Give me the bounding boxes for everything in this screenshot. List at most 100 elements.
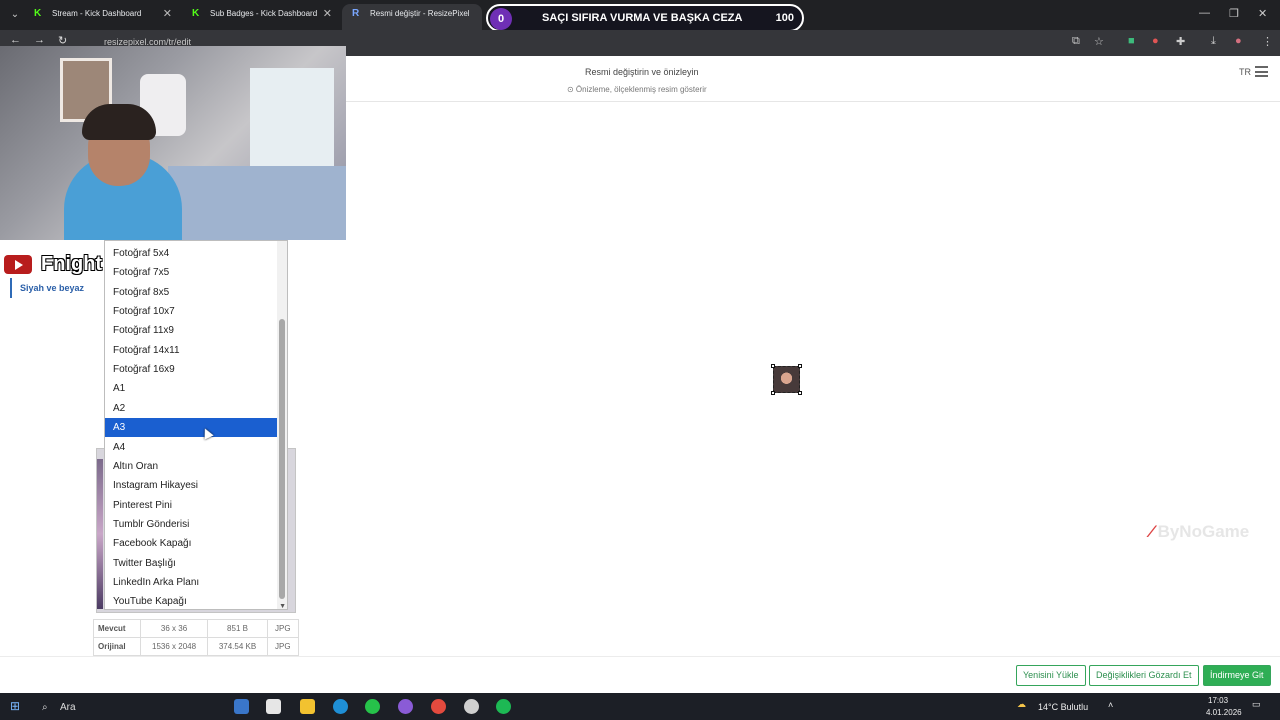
page-title: Resmi değiştirin ve önizleyin [585, 67, 699, 77]
kick-icon: K [192, 8, 200, 19]
dropdown-option[interactable]: YouTube Kapağı [105, 592, 277, 609]
dropdown-option[interactable]: A2 [105, 399, 277, 418]
taskbar-search[interactable]: ⌕ Ara [38, 698, 218, 717]
dropdown-option[interactable]: LinkedIn Arka Planı [105, 573, 277, 592]
go-download-button[interactable]: İndirmeye Git [1203, 665, 1271, 686]
header-divider [346, 101, 1280, 102]
youtube-icon [4, 255, 32, 274]
search-icon: ⌕ [42, 702, 48, 713]
download-icon[interactable]: ⤓ [1211, 35, 1216, 48]
dropdown-option[interactable]: Twitter Başlığı [105, 554, 277, 573]
tab-label: Resmi değiştir - ResizePixel [370, 9, 470, 18]
weather-icon: ☁ [1017, 699, 1026, 709]
sidebar-item-label: Siyah ve beyaz [20, 283, 85, 293]
dimensions-cell: 36 x 36 [139, 619, 209, 638]
file-explorer-icon[interactable] [300, 699, 315, 714]
back-icon[interactable]: ← [10, 34, 21, 46]
extension-badge-icon[interactable]: ● [1152, 35, 1159, 47]
row-label: Mevcut [93, 619, 141, 638]
dropdown-option[interactable]: Fotoğraf 11x9 [105, 321, 277, 340]
bookmark-star-icon[interactable]: ☆ [1094, 35, 1104, 48]
resize-handle[interactable] [771, 364, 775, 368]
edge-icon[interactable] [333, 699, 348, 714]
dropdown-option[interactable]: Instagram Hikayesi [105, 476, 277, 495]
dropdown-option[interactable]: A3 [105, 418, 277, 438]
channel-name: Fnight [41, 253, 103, 275]
tab-resizepixel[interactable]: R Resmi değiştir - ResizePixel [342, 4, 482, 30]
discord-icon[interactable] [398, 699, 413, 714]
dropdown-option[interactable]: Fotoğraf 5x4 [105, 244, 277, 263]
resize-handle[interactable] [798, 391, 802, 395]
resize-handle[interactable] [771, 391, 775, 395]
spotify-icon[interactable] [496, 699, 511, 714]
close-window-icon[interactable]: ✕ [1258, 7, 1267, 20]
dropdown-option[interactable]: Tumblr Gönderisi [105, 515, 277, 534]
preview-note: ⊙ Önizleme, ölçeklenmiş resim gösterir [567, 85, 707, 94]
dimensions-cell: 1536 x 2048 [139, 637, 209, 656]
dropdown-scrollbar[interactable]: ▼ [277, 241, 287, 609]
weather-text[interactable]: 14°C Bulutlu [1038, 702, 1088, 712]
table-row: Mevcut 36 x 36 851 B JPG [93, 619, 300, 638]
install-app-icon[interactable]: ⧉ [1072, 35, 1080, 48]
close-icon[interactable]: ✕ [323, 4, 332, 24]
dropdown-option[interactable]: Altın Oran [105, 457, 277, 476]
size-cell: 374.54 KB [207, 637, 268, 656]
language-selector[interactable]: TR [1239, 67, 1251, 77]
kick-icon: K [34, 8, 42, 19]
scrollbar-thumb[interactable] [279, 319, 285, 599]
tab-label: Sub Badges - Kick Dashboard [210, 9, 318, 18]
dropdown-option[interactable]: A4 [105, 438, 277, 457]
clock-time[interactable]: 17:03 [1208, 696, 1228, 705]
extensions-puzzle-icon[interactable]: ✚ [1176, 35, 1185, 48]
tab-stream-kick[interactable]: K Stream - Kick Dashboard ✕ [24, 4, 180, 30]
webcam-overlay [0, 46, 346, 240]
dropdown-option[interactable]: A1 [105, 379, 277, 398]
chrome-icon[interactable] [431, 699, 446, 714]
close-icon[interactable]: ✕ [163, 4, 172, 24]
dropdown-option[interactable]: Facebook Kapağı [105, 534, 277, 553]
profile-avatar[interactable]: ● [1235, 35, 1242, 47]
upload-new-button[interactable]: Yenisini Yükle [1016, 665, 1086, 686]
format-cell: JPG [266, 637, 300, 656]
tab-sub-badges[interactable]: K Sub Badges - Kick Dashboard ✕ [182, 4, 340, 30]
scroll-down-icon[interactable]: ▼ [279, 603, 286, 609]
hamburger-menu-icon[interactable] [1255, 66, 1268, 77]
tab-label: Stream - Kick Dashboard [52, 9, 142, 18]
sidebar-item-black-white[interactable]: Siyah ve beyaz [10, 278, 90, 298]
dropdown-option[interactable]: Fotoğraf 14x11 [105, 341, 277, 360]
format-cell: JPG [266, 619, 300, 638]
store-icon[interactable] [266, 699, 281, 714]
goal-target-count: 100 [775, 12, 794, 24]
dropdown-option[interactable]: Fotoğraf 10x7 [105, 302, 277, 321]
dropdown-option[interactable]: Fotoğraf 16x9 [105, 360, 277, 379]
row-label: Orijinal [93, 637, 141, 656]
dropdown-option[interactable]: Fotoğraf 7x5 [105, 263, 277, 282]
extension-icon[interactable]: ■ [1128, 35, 1135, 47]
table-row: Orijinal 1536 x 2048 374.54 KB JPG [93, 637, 300, 656]
resizepixel-icon: R [352, 8, 360, 19]
restore-icon[interactable]: ❐ [1229, 7, 1239, 20]
nogame-logo-icon: ⁄ [1150, 522, 1153, 541]
image-info-table: Mevcut 36 x 36 851 B JPG Orijinal 1536 x… [93, 619, 300, 656]
tray-chevron-icon[interactable]: ˄ [1108, 700, 1113, 710]
goal-current-count: 0 [490, 8, 512, 30]
notification-icon[interactable]: ▭ [1252, 699, 1261, 710]
whatsapp-icon[interactable] [365, 699, 380, 714]
image-preview[interactable] [771, 364, 802, 395]
bed [168, 166, 346, 240]
discard-changes-button[interactable]: Değişiklikleri Gözardı Et [1089, 665, 1199, 686]
widgets-icon[interactable] [234, 699, 249, 714]
tab-search-icon[interactable]: ⌄ [6, 6, 24, 24]
stream-goal-banner: 0 SAÇI SIFIRA VURMA VE BAŞKA CEZA 100 [486, 4, 804, 32]
forward-icon[interactable]: → [34, 34, 45, 46]
windows-start-icon[interactable]: ⊞ [10, 699, 20, 713]
dropdown-option[interactable]: Pinterest Pini [105, 496, 277, 515]
minimize-icon[interactable]: — [1199, 7, 1210, 19]
size-cell: 851 B [207, 619, 268, 638]
dropdown-option[interactable]: Fotoğraf 8x5 [105, 283, 277, 302]
aspect-ratio-dropdown[interactable]: Fotoğraf 5x4 Fotoğraf 7x5 Fotoğraf 8x5 Foto… [104, 240, 288, 610]
browser-menu-icon[interactable]: ⋮ [1262, 35, 1273, 48]
obs-icon[interactable] [464, 699, 479, 714]
clock-date[interactable]: 4.01.2026 [1206, 708, 1242, 717]
resize-handle[interactable] [798, 364, 802, 368]
